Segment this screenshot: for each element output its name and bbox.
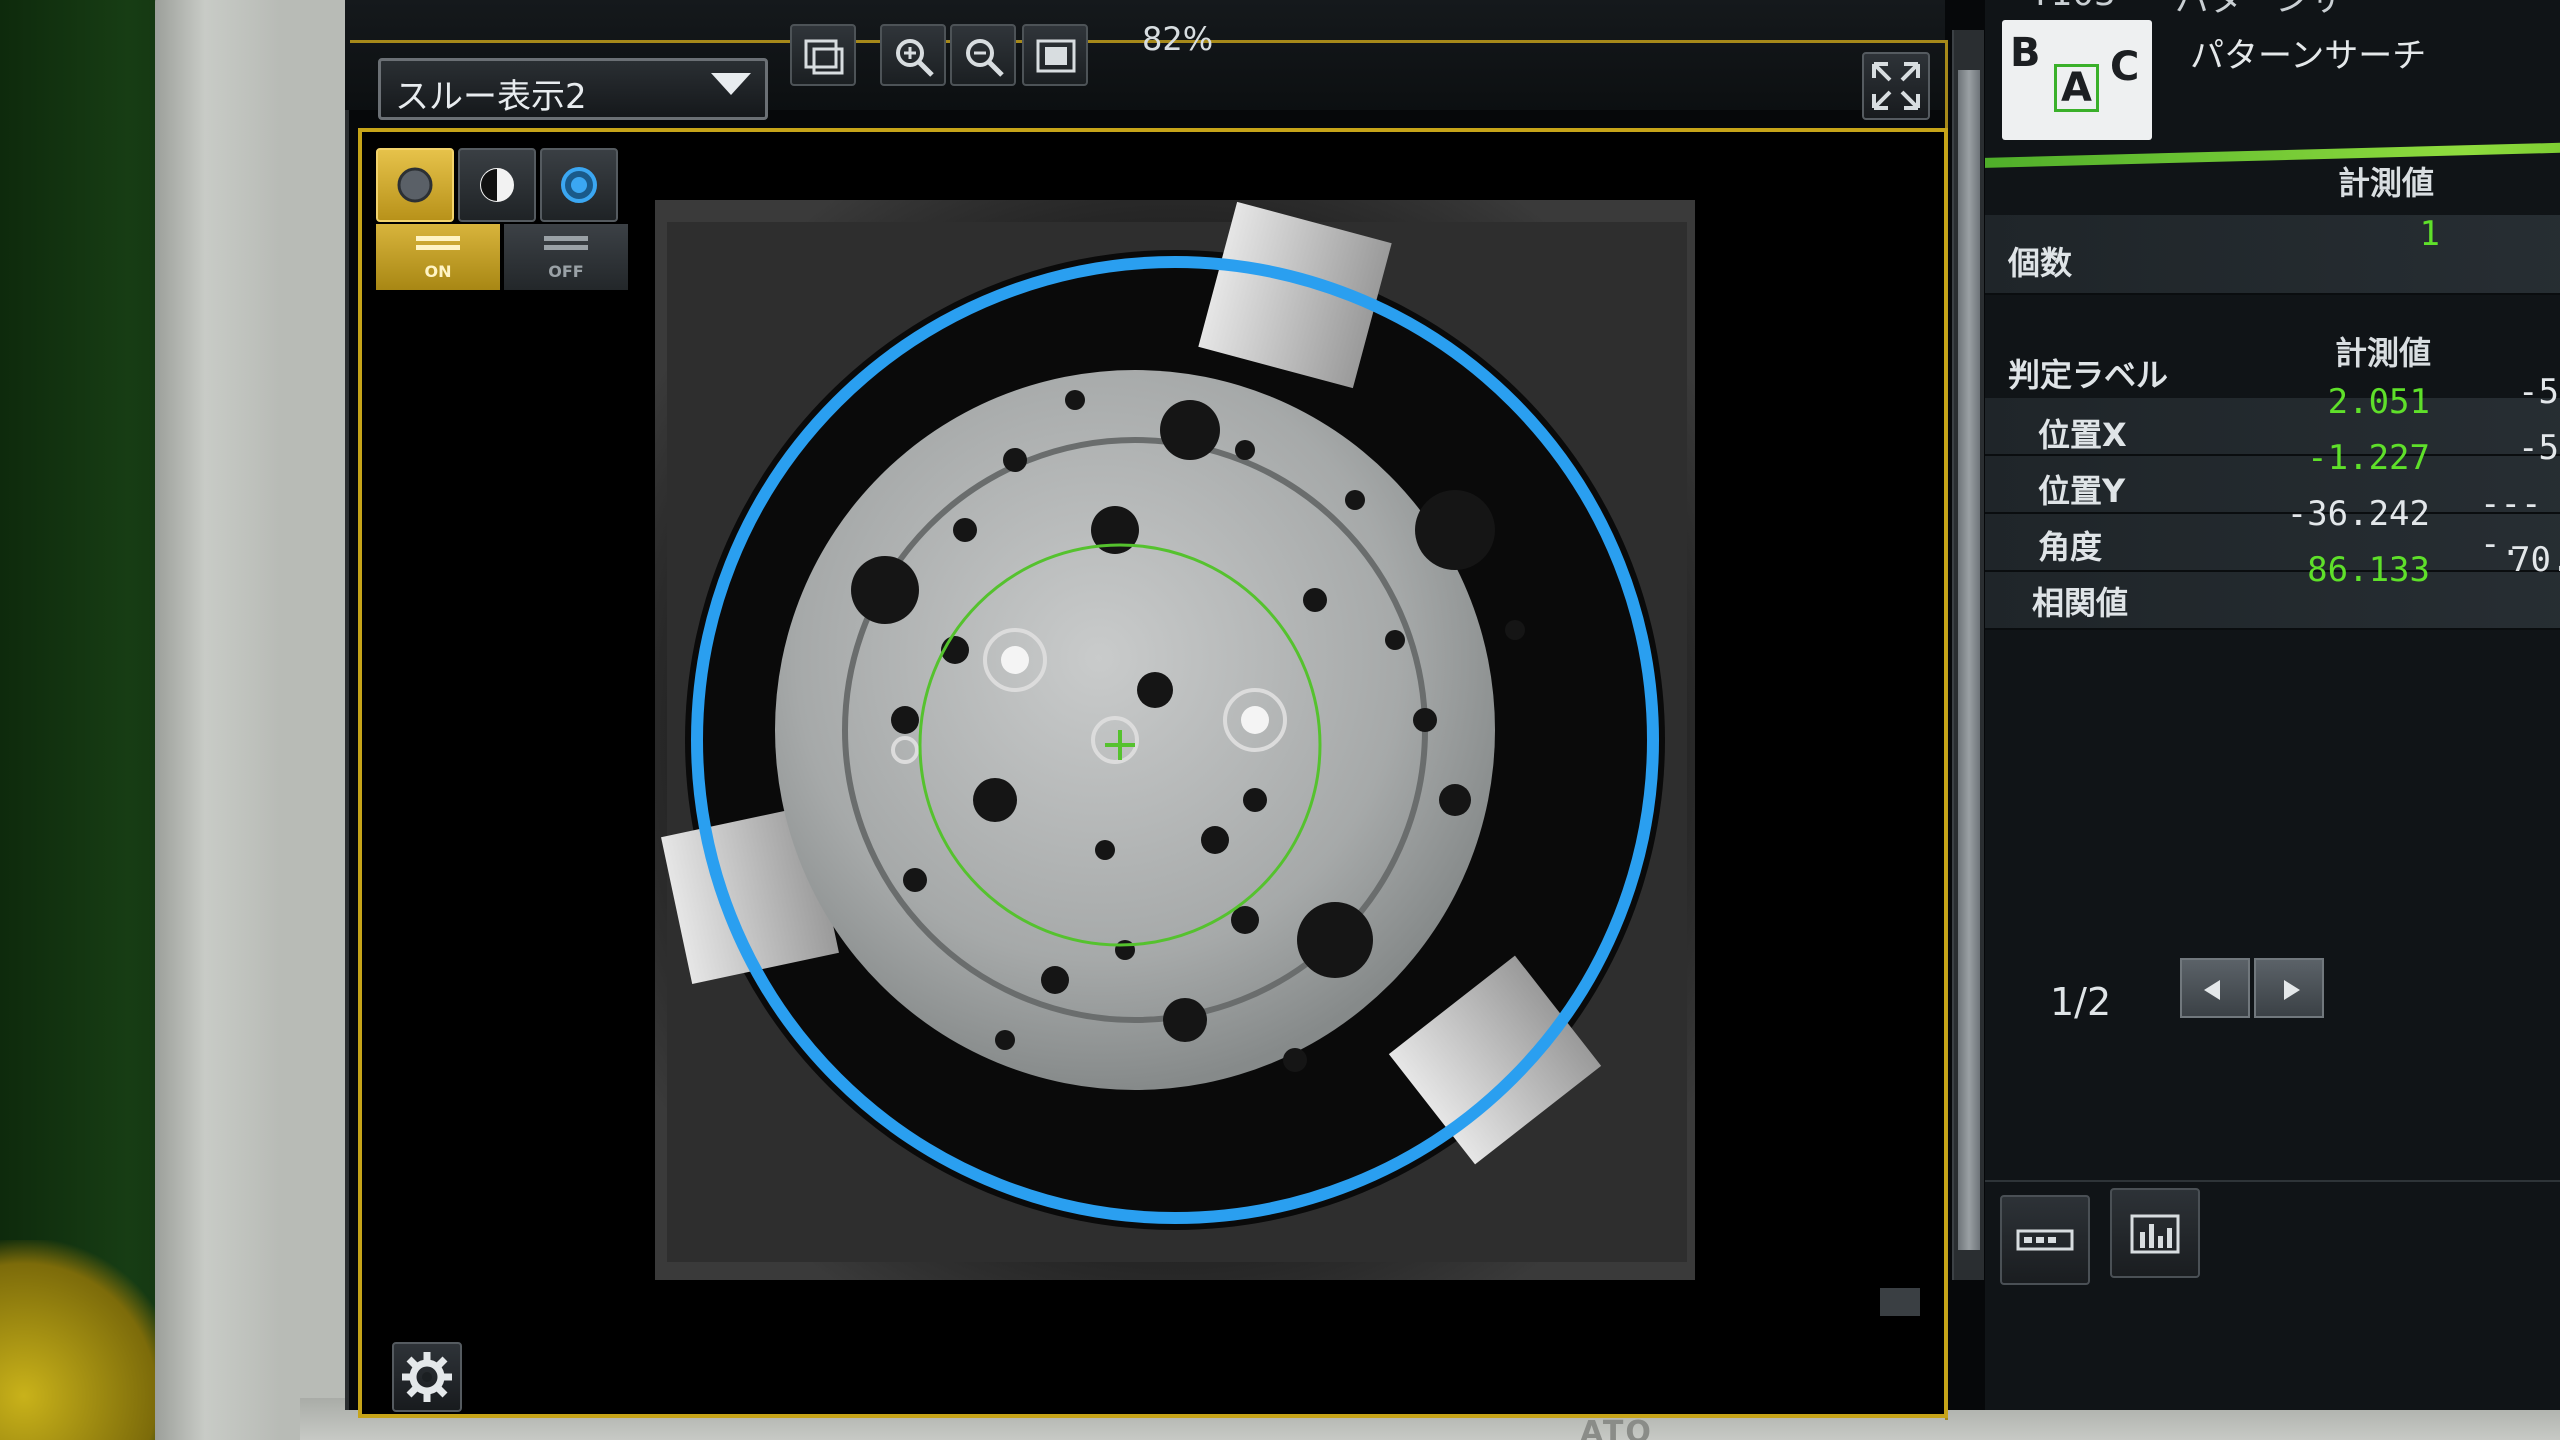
graphics-on-label: ON <box>424 262 452 281</box>
fit-to-window-button[interactable] <box>1022 24 1088 86</box>
list-icon <box>2016 1229 2074 1251</box>
display-mode-select[interactable]: スルー表示2 <box>378 58 768 120</box>
image-mode-overlay-button[interactable] <box>540 148 618 222</box>
zoom-in-icon <box>896 39 934 77</box>
row-label-position-x: 位置X <box>2038 416 2127 454</box>
row-label-angle: 角度 <box>2038 528 2103 566</box>
zoom-out-button[interactable] <box>950 24 1016 86</box>
workpiece-highlight <box>1241 706 1269 734</box>
camera-image <box>655 200 1695 1280</box>
icon-letter: A <box>2054 64 2099 112</box>
display-mode-value: スルー表示2 <box>395 77 587 117</box>
pattern-search-tool-icon: B A C <box>2002 20 2152 140</box>
icon-letter: B <box>2010 30 2041 76</box>
icon-letter: C <box>2110 44 2140 90</box>
row-extra-position-y: -5. <box>2518 428 2560 468</box>
settings-button[interactable] <box>392 1342 462 1412</box>
page-indicator: 1/2 <box>2050 980 2112 1024</box>
zoom-out-icon <box>966 39 1004 77</box>
gear-icon <box>402 1352 452 1402</box>
zoom-in-button[interactable] <box>880 24 946 86</box>
bar-chart-icon <box>2130 1214 2180 1254</box>
tool-name: パターンサーチ <box>2190 36 2427 76</box>
row-label-correlation: 相関値 <box>2032 584 2129 622</box>
scroll-corner-button[interactable] <box>1880 1288 1920 1316</box>
chevron-right-icon <box>2284 980 2300 1000</box>
judge-value-header: 計測値 <box>2335 334 2432 372</box>
fullscreen-button[interactable] <box>1862 52 1930 120</box>
panel-divider <box>1985 1180 2560 1182</box>
list-view-button[interactable] <box>2000 1195 2090 1285</box>
row-value-angle: -36.242 <box>2286 494 2430 534</box>
fit-screen-icon <box>1036 39 1076 73</box>
graphics-off-toggle[interactable]: OFF <box>504 224 628 290</box>
row-label-position-y: 位置Y <box>2038 472 2126 510</box>
judge-label-header: 判定ラベル <box>2008 356 2169 394</box>
chevron-left-icon <box>2204 980 2220 1000</box>
layout-icon <box>804 39 844 75</box>
tool-title: パターンサー <box>2175 0 2378 20</box>
histogram-button[interactable] <box>2110 1188 2200 1278</box>
row-value-correlation: 86.133 <box>2307 550 2430 590</box>
fit-layout-button[interactable] <box>790 24 856 86</box>
background-object <box>0 1240 180 1440</box>
image-mode-contrast-button[interactable] <box>458 148 536 222</box>
graphics-off-label: OFF <box>548 262 584 281</box>
circle-filled-icon <box>397 167 433 203</box>
image-mode-normal-button[interactable] <box>376 148 454 222</box>
scrollbar-thumb[interactable] <box>1958 70 1980 1250</box>
graphics-icon <box>544 232 588 258</box>
row-extra-position-x: -5. <box>2518 372 2560 412</box>
photo-stage: ATO スルー表示2 82% ON OFF パターンサー B A C パターンサ… <box>0 0 2560 1440</box>
graphics-on-toggle[interactable]: ON <box>376 224 500 290</box>
workpiece-highlight <box>1001 646 1029 674</box>
tool-id: T103 <box>2030 0 2116 14</box>
count-value: 1 <box>2419 214 2440 254</box>
count-label: 個数 <box>2008 244 2073 282</box>
next-page-button[interactable] <box>2254 958 2324 1018</box>
overlay-circle-icon <box>561 167 597 203</box>
row-extra-correlation: 70. <box>2510 540 2560 580</box>
row-value-position-y: -1.227 <box>2307 438 2430 478</box>
graphics-icon <box>416 232 460 258</box>
count-value-header: 計測値 <box>2338 164 2435 202</box>
expand-icon <box>1872 62 1920 110</box>
row-value-position-x: 2.051 <box>2327 382 2430 422</box>
zoom-level: 82% <box>1142 20 1214 58</box>
vertical-scrollbar[interactable] <box>1952 30 1984 1280</box>
prev-page-button[interactable] <box>2180 958 2250 1018</box>
chevron-down-icon <box>711 73 751 95</box>
contrast-icon <box>480 168 514 202</box>
